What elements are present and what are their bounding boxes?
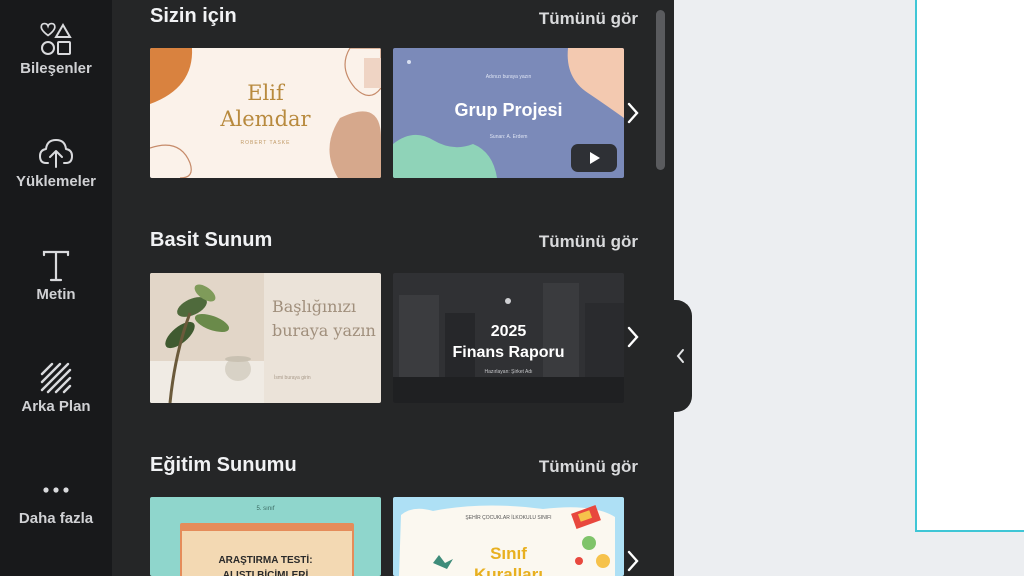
sidebar-item-label: Arka Plan [21,398,91,415]
shapes-icon [40,22,72,55]
see-all-link[interactable]: Tümünü gör [539,457,638,477]
template-card-basliginizi[interactable]: Başlığınızı buraya yazın İsmi buraya gir… [150,273,381,403]
template-card-grup-projesi[interactable]: Adınızı buraya yazın Grup Projesi Sunan:… [393,48,624,178]
template-card-elif-alemdar[interactable]: Elif Alemdar ROBERT TASKE [150,48,381,178]
card-title: Elif Alemdar [220,81,311,131]
template-panel: Sizin için Tümünü gör Elif Alemdar ROBER… [112,0,674,576]
card-caption: ŞEHİR ÇOCUKLAR İLKOKULU SINIFI [465,515,552,521]
card-title: Grup Projesi [454,100,563,120]
card-title: ARAŞTIRMA TESTİ: ALIŞTI BİÇİMLERİ [218,555,313,576]
design-canvas[interactable] [915,0,1024,532]
sidebar-item-daha-fazla[interactable]: Daha fazla [0,472,112,572]
background-pattern-icon [40,362,72,394]
see-all-link[interactable]: Tümünü gör [539,232,638,252]
panel-scrollbar[interactable] [656,10,665,170]
sidebar-item-label: Bileşenler [20,60,92,77]
card-subtitle: ROBERT TASKE [240,140,291,146]
card-tag: 5. sınıf [256,506,275,512]
card-title: Başlığınızı buraya yazın [272,297,376,340]
template-card-arastirma-testi[interactable]: 5. sınıf ARAŞTIRMA TESTİ: ALIŞTI BİÇİMLE… [150,497,381,576]
sidebar-item-bilesenler[interactable]: Bileşenler [0,22,112,122]
sidebar-item-yuklemeler[interactable]: Yüklemeler [0,135,112,235]
more-dots-icon [43,487,69,493]
card-subtitle: Sunan: A. Erdem [489,134,528,140]
sidebar-item-label: Metin [36,286,76,303]
sidebar-item-label: Yüklemeler [15,173,97,190]
template-card-finans-raporu[interactable]: 2025 Finans Raporu Hazırlayan: Şirket Ad… [393,273,624,403]
section-title: Sizin için [150,5,237,27]
chevron-right-icon[interactable] [622,98,644,128]
collapse-panel-button[interactable] [662,300,692,412]
chevron-left-icon [676,349,684,363]
card-title: Sınıf Kuralları [474,544,543,576]
text-icon [42,250,70,282]
section-title: Basit Sunum [150,229,273,251]
chevron-right-icon[interactable] [622,546,644,576]
sidebar-item-arka-plan[interactable]: Arka Plan [0,360,112,460]
chevron-right-icon[interactable] [622,322,644,352]
play-video-button[interactable] [571,144,617,172]
play-icon [590,152,600,164]
cloud-upload-icon [39,139,73,168]
sidebar-item-label: Daha fazla [18,510,94,527]
card-title: 2025 Finans Raporu [452,323,565,361]
card-subtitle: İsmi buraya girin [274,375,311,381]
sidebar-rail: Bileşenler Yüklemeler Metin Arka Plan Da… [0,0,112,576]
card-subtitle: Hazırlayan: Şirket Adı [484,369,533,375]
sidebar-item-metin[interactable]: Metin [0,248,112,348]
see-all-link[interactable]: Tümünü gör [539,9,638,29]
card-caption: Adınızı buraya yazın [485,74,532,80]
template-card-sinif-kurallari[interactable]: ŞEHİR ÇOCUKLAR İLKOKULU SINIFI Sınıf Kur… [393,497,624,576]
section-title: Eğitim Sunumu [150,454,297,476]
